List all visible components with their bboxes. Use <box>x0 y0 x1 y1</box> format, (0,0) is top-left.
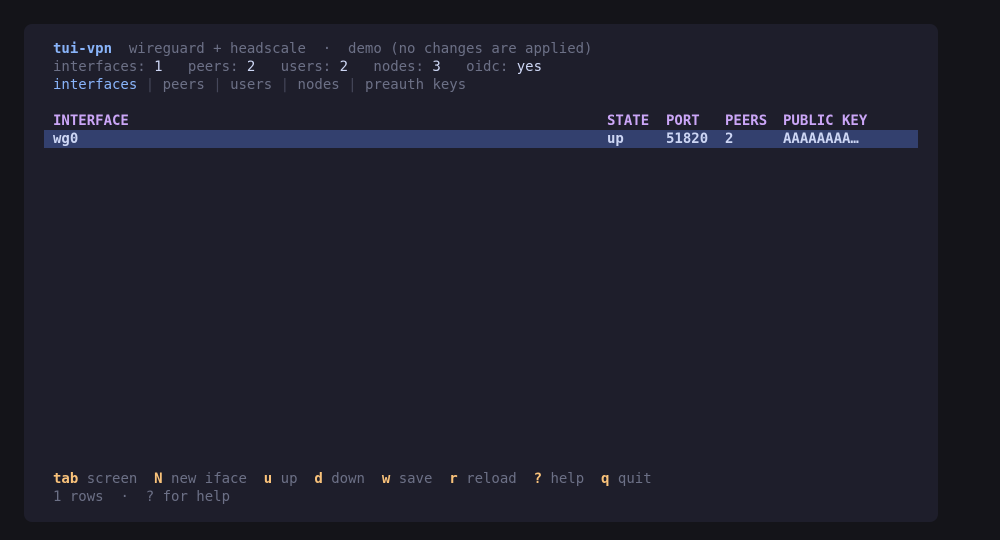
action-reload: reload <box>466 471 517 487</box>
column-header-port[interactable]: PORT <box>666 112 700 130</box>
tab-separator: | <box>348 77 357 93</box>
column-header-public-key[interactable]: PUBLIC KEY <box>783 112 867 130</box>
stats-line: interfaces: 1 peers: 2 users: 2 nodes: 3… <box>53 58 542 76</box>
stat-oidc-label: oidc: <box>466 59 509 75</box>
stat-interfaces-label: interfaces: <box>53 59 146 75</box>
cell-public-key: AAAAAAAA… <box>783 131 859 147</box>
title-bar: tui-vpn wireguard + headscale · demo (no… <box>53 40 592 58</box>
app-name: tui-vpn <box>53 41 113 57</box>
stat-users-label: users: <box>280 59 332 75</box>
cell-state: up <box>607 131 624 147</box>
status-line: 1 rows · ? for help <box>53 488 230 506</box>
status-separator: · <box>120 489 129 505</box>
key-save: w <box>381 471 391 487</box>
tab-separator: | <box>145 77 155 93</box>
tab-separator: | <box>213 77 222 93</box>
tab-nodes[interactable]: nodes <box>298 77 340 93</box>
stat-oidc-value: yes <box>516 59 543 75</box>
stat-peers-value: 2 <box>246 59 256 75</box>
cell-peers: 2 <box>725 131 734 147</box>
action-help: help <box>550 471 585 487</box>
table-header: INTERFACE STATE PORT PEERS PUBLIC KEY <box>44 112 918 130</box>
keybinding-bar: tab screen N new iface u up d down w sav… <box>53 470 652 488</box>
title-separator: · <box>322 41 332 57</box>
tab-peers[interactable]: peers <box>163 77 205 93</box>
column-header-peers[interactable]: PEERS <box>725 112 767 130</box>
table-row[interactable]: wg0 up 51820 2 AAAAAAAA… <box>44 130 918 148</box>
key-help: ? <box>533 471 543 487</box>
stat-interfaces-value: 1 <box>154 59 163 75</box>
action-down: down <box>331 471 365 487</box>
tab-preauth-keys[interactable]: preauth keys <box>365 77 466 93</box>
key-down: d <box>314 471 323 487</box>
app-subtitle: wireguard + headscale <box>128 41 306 57</box>
stat-nodes-value: 3 <box>432 59 441 75</box>
tab-interfaces[interactable]: interfaces <box>53 77 137 93</box>
key-quit: q <box>601 471 610 487</box>
action-screen: screen <box>86 471 138 487</box>
stat-users-value: 2 <box>339 59 349 75</box>
action-save: save <box>398 471 433 487</box>
tab-bar: interfaces | peers | users | nodes | pre… <box>53 76 466 94</box>
key-tab: tab <box>53 471 79 487</box>
tab-separator: | <box>280 77 290 93</box>
cell-interface: wg0 <box>53 131 79 147</box>
stat-peers-label: peers: <box>187 59 239 75</box>
stat-nodes-label: nodes: <box>373 59 424 75</box>
row-count: 1 rows <box>53 489 104 505</box>
column-header-state[interactable]: STATE <box>607 112 649 130</box>
terminal-window: tui-vpn wireguard + headscale · demo (no… <box>24 24 938 522</box>
column-header-interface[interactable]: INTERFACE <box>53 112 129 130</box>
key-new-iface: N <box>154 471 163 487</box>
action-up: up <box>280 471 298 487</box>
action-quit: quit <box>617 471 652 487</box>
action-new-iface: new iface <box>171 471 247 487</box>
key-up: u <box>263 471 273 487</box>
mode-notice: demo (no changes are applied) <box>348 41 593 57</box>
cell-port: 51820 <box>666 131 709 147</box>
tab-users[interactable]: users <box>230 77 272 93</box>
key-reload: r <box>449 471 458 487</box>
help-hint: ? for help <box>145 489 231 505</box>
